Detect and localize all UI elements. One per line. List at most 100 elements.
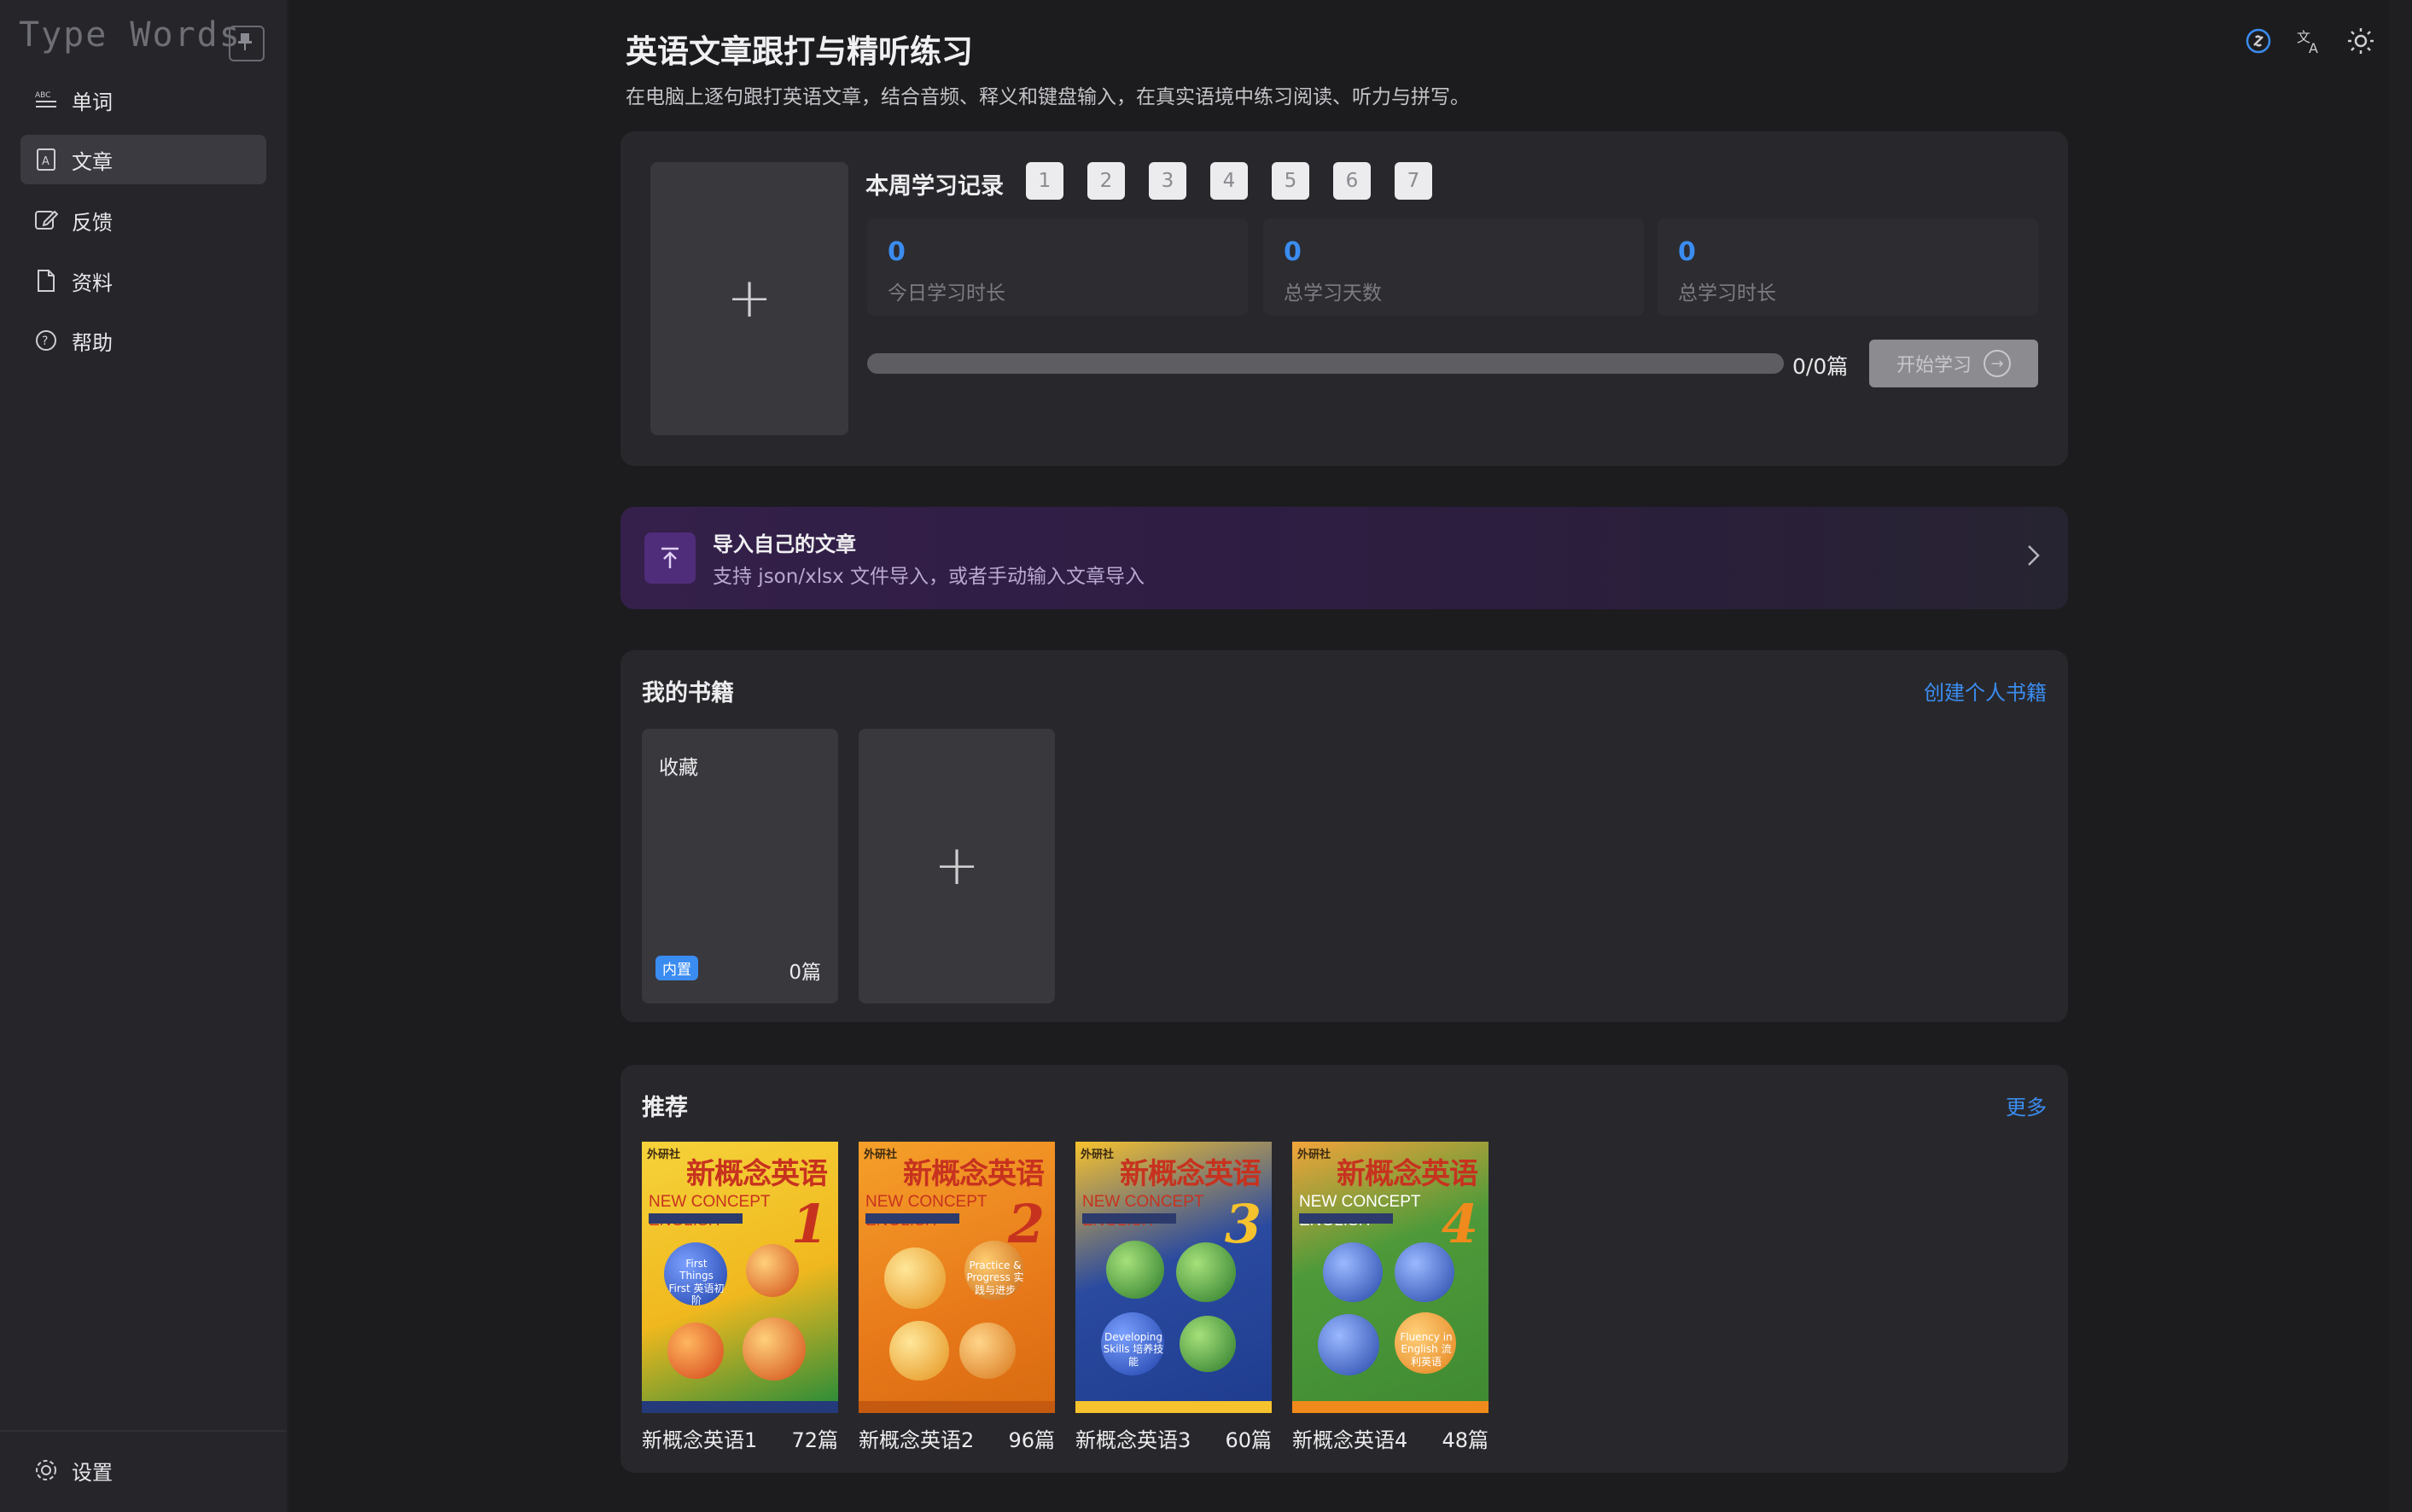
week-day: 4 (1210, 162, 1248, 200)
progress-bar (867, 353, 1784, 374)
progress-text: 0/0篇 (1792, 354, 1849, 379)
scrollbar[interactable] (2390, 0, 2412, 1512)
svg-text:A: A (2309, 40, 2318, 55)
import-banner[interactable]: 导入自己的文章 支持 json/xlsx 文件导入，或者手动输入文章导入 (620, 507, 2068, 609)
sidebar-item-feedback[interactable]: 反馈 (20, 195, 266, 245)
app-logo: Type Words (19, 15, 242, 55)
settings-button[interactable]: 设置 (20, 1445, 266, 1495)
week-day: 2 (1087, 162, 1125, 200)
cover-tag: First Things First 英语初阶 (668, 1258, 725, 1307)
book-name: 新概念英语1 (642, 1428, 758, 1452)
book-count: 60篇 (1225, 1428, 1272, 1452)
recommend-book-4[interactable]: 外研社 新概念英语 NEW CONCEPT ENGLISH 4 Fluency … (1292, 1142, 1489, 1452)
more-link[interactable]: 更多 (2006, 1090, 2047, 1120)
cover-number: 2 (1007, 1193, 1045, 1255)
help-icon: ? (32, 327, 60, 354)
sidebar-item-label: 反馈 (72, 210, 113, 235)
book-name: 新概念英语4 (1292, 1428, 1408, 1452)
document-icon (32, 267, 60, 294)
cover-title: 新概念英语 (1337, 1157, 1478, 1191)
svg-text:ABC: ABC (35, 91, 50, 100)
abc-icon: ABC (32, 86, 60, 113)
cover-publisher: 外研社 (864, 1149, 898, 1161)
weekly-title: 本周学习记录 (865, 173, 1004, 200)
cover-number: 1 (790, 1193, 828, 1255)
recommend-title: 推荐 (642, 1095, 688, 1121)
settings-label: 设置 (72, 1460, 113, 1485)
feedback-icon (32, 206, 60, 234)
recommend-book-2[interactable]: 外研社 新概念英语 NEW CONCEPT ENGLISH 2 Practice… (859, 1142, 1055, 1452)
recommend-book-3[interactable]: 外研社 新概念英语 NEW CONCEPT ENGLISH 3 Developi… (1075, 1142, 1272, 1452)
start-learning-label: 开始学习 (1896, 355, 1972, 376)
arrow-right-icon: → (1984, 350, 2011, 377)
gear-icon (32, 1457, 60, 1484)
week-day: 6 (1333, 162, 1371, 200)
sidebar-item-label: 单词 (72, 90, 113, 114)
my-books-title: 我的书籍 (642, 680, 734, 707)
plus-icon: + (726, 267, 772, 330)
plus-icon: + (934, 835, 980, 898)
pin-icon[interactable] (229, 26, 265, 61)
sidebar-item-label: 资料 (72, 270, 113, 295)
sidebar-item-label: 帮助 (72, 330, 113, 355)
sun-icon[interactable] (2342, 22, 2380, 60)
sidebar-item-resources[interactable]: 资料 (20, 256, 266, 305)
cover-tag: Developing Skills 培养技能 (1103, 1331, 1164, 1368)
book-name: 新概念英语3 (1075, 1428, 1191, 1452)
week-day: 5 (1272, 162, 1309, 200)
stat-label: 今日学习时长 (888, 282, 1005, 305)
stat-today-duration: 0 今日学习时长 (867, 218, 1248, 316)
book-cover: 外研社 新概念英语 NEW CONCEPT ENGLISH 1 First Th… (642, 1142, 838, 1413)
sidebar: Type Words ABC 单词 A 文章 反馈 资料 ? 帮助 设置 (0, 0, 288, 1512)
stat-label: 总学习天数 (1284, 282, 1382, 305)
start-learning-button[interactable]: 开始学习 → (1869, 340, 2038, 387)
sidebar-item-label: 文章 (72, 149, 113, 174)
book-name: 新概念英语2 (859, 1428, 975, 1452)
cover-title: 新概念英语 (686, 1157, 828, 1191)
upload-icon (644, 532, 696, 584)
cover-publisher: 外研社 (647, 1149, 681, 1161)
cover-publisher: 外研社 (1297, 1149, 1331, 1161)
cover-title: 新概念英语 (903, 1157, 1045, 1191)
book-cover: 外研社 新概念英语 NEW CONCEPT ENGLISH 2 Practice… (859, 1142, 1055, 1413)
sidebar-footer: 设置 (0, 1430, 287, 1485)
book-name: 收藏 (659, 757, 698, 779)
book-count: 0篇 (789, 962, 821, 984)
book-cover: 外研社 新概念英语 NEW CONCEPT ENGLISH 3 Developi… (1075, 1142, 1272, 1413)
svg-text:?: ? (42, 334, 48, 348)
recommend-book-1[interactable]: 外研社 新概念英语 NEW CONCEPT ENGLISH 1 First Th… (642, 1142, 838, 1452)
sidebar-item-words[interactable]: ABC 单词 (20, 75, 266, 125)
add-cover-button[interactable]: + (650, 162, 848, 435)
book-card-favorites[interactable]: 收藏 内置 0篇 (642, 729, 838, 1003)
week-day: 3 (1149, 162, 1186, 200)
book-count: 96篇 (1008, 1428, 1055, 1452)
article-icon: A (32, 146, 60, 173)
sidebar-item-articles[interactable]: A 文章 (20, 135, 266, 184)
stat-label: 总学习时长 (1678, 282, 1776, 305)
book-count: 48篇 (1442, 1428, 1489, 1452)
link-icon[interactable] (2240, 22, 2277, 60)
book-cover: 外研社 新概念英语 NEW CONCEPT ENGLISH 4 Fluency … (1292, 1142, 1489, 1413)
cover-number: 3 (1224, 1193, 1261, 1255)
stat-total-days: 0 总学习天数 (1263, 218, 1644, 316)
builtin-badge: 内置 (655, 956, 698, 980)
translate-icon[interactable]: 文A (2291, 22, 2328, 60)
page-subtitle: 在电脑上逐句跟打英语文章，结合音频、释义和键盘输入，在真实语境中练习阅读、听力与… (626, 86, 1470, 108)
cover-number: 4 (1441, 1193, 1478, 1255)
week-day: 7 (1395, 162, 1432, 200)
week-day: 1 (1026, 162, 1063, 200)
cover-tag: Fluency in English 流利英语 (1400, 1331, 1453, 1368)
chevron-right-icon (2025, 541, 2042, 573)
stat-value: 0 (1678, 237, 1696, 267)
import-desc: 支持 json/xlsx 文件导入，或者手动输入文章导入 (713, 566, 1145, 588)
page-title: 英语文章跟打与精听练习 (626, 33, 973, 70)
stat-value: 0 (888, 237, 906, 267)
cover-tag: Practice & Progress 实践与进步 (966, 1259, 1024, 1296)
add-book-button[interactable]: + (859, 729, 1055, 1003)
book-count: 72篇 (791, 1428, 838, 1452)
stat-value: 0 (1284, 237, 1302, 267)
create-book-link[interactable]: 创建个人书籍 (1924, 676, 2047, 706)
cover-title: 新概念英语 (1120, 1157, 1261, 1191)
sidebar-item-help[interactable]: ? 帮助 (20, 316, 266, 365)
svg-text:A: A (42, 155, 50, 168)
